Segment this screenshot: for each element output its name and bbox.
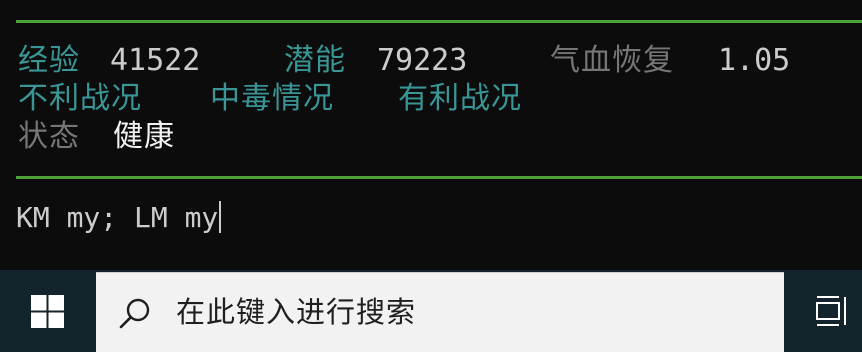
windows-logo-icon [31, 295, 64, 328]
terminal-window[interactable]: 经验 41522 潜能 79223 气血恢复 1.05 不利战况 中毒情况 有利… [0, 0, 862, 270]
start-button[interactable] [0, 270, 96, 352]
text-cursor [219, 201, 222, 233]
potential-value: 79223 [377, 43, 468, 78]
hp-recovery-value: 1.05 [718, 43, 791, 78]
potential-label: 潜能 [284, 43, 346, 78]
state-value: 健康 [113, 119, 175, 154]
search-icon [119, 298, 150, 329]
unfavorable-condition: 不利战况 [18, 81, 142, 116]
hp-recovery-label: 气血恢复 [550, 43, 674, 78]
status-divider-bottom [16, 176, 862, 179]
task-view-button[interactable] [800, 270, 862, 352]
screen: 经验 41522 潜能 79223 气血恢复 1.05 不利战况 中毒情况 有利… [0, 0, 862, 352]
exp-label: 经验 [18, 43, 80, 78]
status-divider-top [16, 20, 862, 23]
command-text: KM my; LM my [16, 201, 219, 234]
task-view-icon [816, 296, 846, 326]
favorable-condition: 有利战况 [398, 81, 522, 116]
poison-condition: 中毒情况 [210, 81, 334, 116]
search-placeholder: 在此键入进行搜索 [176, 297, 417, 329]
exp-value: 41522 [110, 43, 201, 78]
state-label: 状态 [18, 119, 80, 154]
command-input[interactable]: KM my; LM my [16, 198, 222, 238]
taskbar-search-box[interactable]: 在此键入进行搜索 [96, 272, 784, 352]
taskbar: 在此键入进行搜索 [0, 270, 862, 352]
